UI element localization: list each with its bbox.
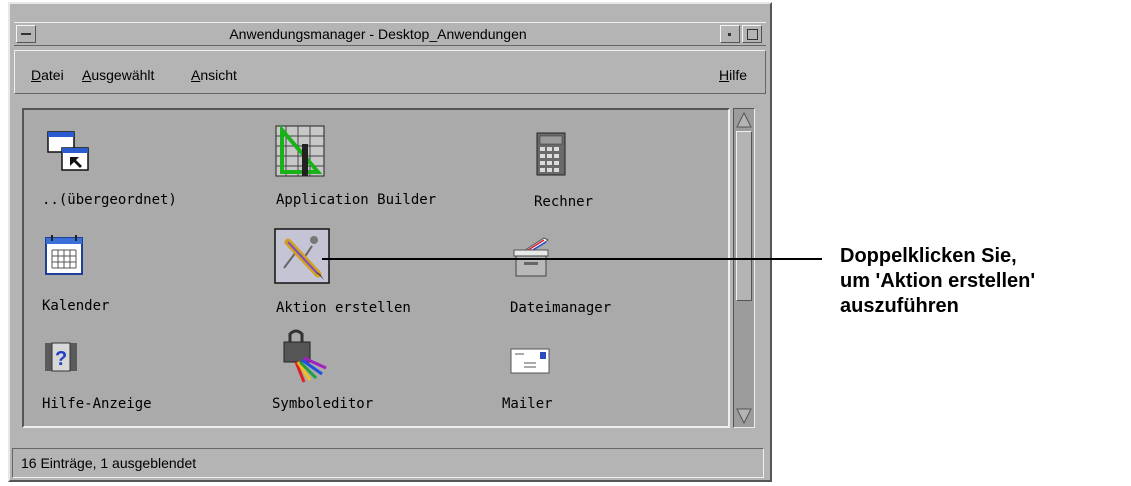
window-menu-button[interactable] [16,25,36,43]
icon-label-kalender: Kalender [42,298,110,314]
icon-label-dateimanager: Dateimanager [510,300,612,316]
menu-ausgewaehlt[interactable]: Ausgewählt [82,67,154,83]
menu-bar: Datei Ausgewählt Ansicht Hilfe [14,50,766,94]
folder-up-icon [47,131,89,171]
calendar-icon [45,235,83,275]
svg-text:?: ? [55,348,67,370]
create-action-icon [274,228,330,284]
icon-label-mailer: Mailer [502,396,553,412]
status-bar: 16 Einträge, 1 ausgeblendet [12,448,764,478]
callout-line [322,258,822,260]
minimize-icon [728,33,731,36]
icon-label-hilfe-anzeige: Hilfe-Anzeige [42,396,152,412]
callout-line-3: auszuführen [840,295,959,317]
scroll-down-icon[interactable] [736,407,752,425]
icon-label-symboleditor: Symboleditor [272,396,374,412]
icon-view-pane: ..(übergeordnet) Application Builder Rec… [22,108,730,428]
mailer-icon [510,348,550,374]
minimize-button[interactable] [720,25,740,43]
maximize-icon [747,29,758,40]
scroll-up-icon[interactable] [736,111,752,129]
callout-line-1: Doppelklicken Sie, [840,245,1017,267]
callout-line-2: um 'Aktion erstellen' [840,270,1036,292]
icon-label-parent: ..(übergeordnet) [42,192,177,208]
callout-annotation: Doppelklicken Sie, um 'Aktion erstellen'… [840,244,1035,319]
icon-label-aktion-erstellen: Aktion erstellen [276,300,411,316]
calculator-icon [536,132,566,176]
window-menu-icon [21,33,31,35]
app-builder-icon [275,124,325,177]
menu-ansicht[interactable]: Ansicht [191,67,237,83]
icon-label-app-builder: Application Builder [276,192,437,208]
status-text: 16 Einträge, 1 ausgeblendet [21,455,197,471]
menu-hilfe[interactable]: Hilfe [719,67,747,83]
icon-label-rechner: Rechner [534,194,594,210]
maximize-button[interactable] [742,25,762,43]
scrollbar-thumb[interactable] [736,131,752,301]
help-viewer-icon: ? [45,342,77,372]
menu-datei[interactable]: Datei [31,67,64,83]
vertical-scrollbar[interactable] [733,108,755,428]
file-manager-icon [513,237,549,277]
window-title: Anwendungsmanager - Desktop_Anwendungen [229,26,527,42]
title-bar[interactable]: Anwendungsmanager - Desktop_Anwendungen [14,22,766,46]
icon-editor-icon [283,329,327,383]
